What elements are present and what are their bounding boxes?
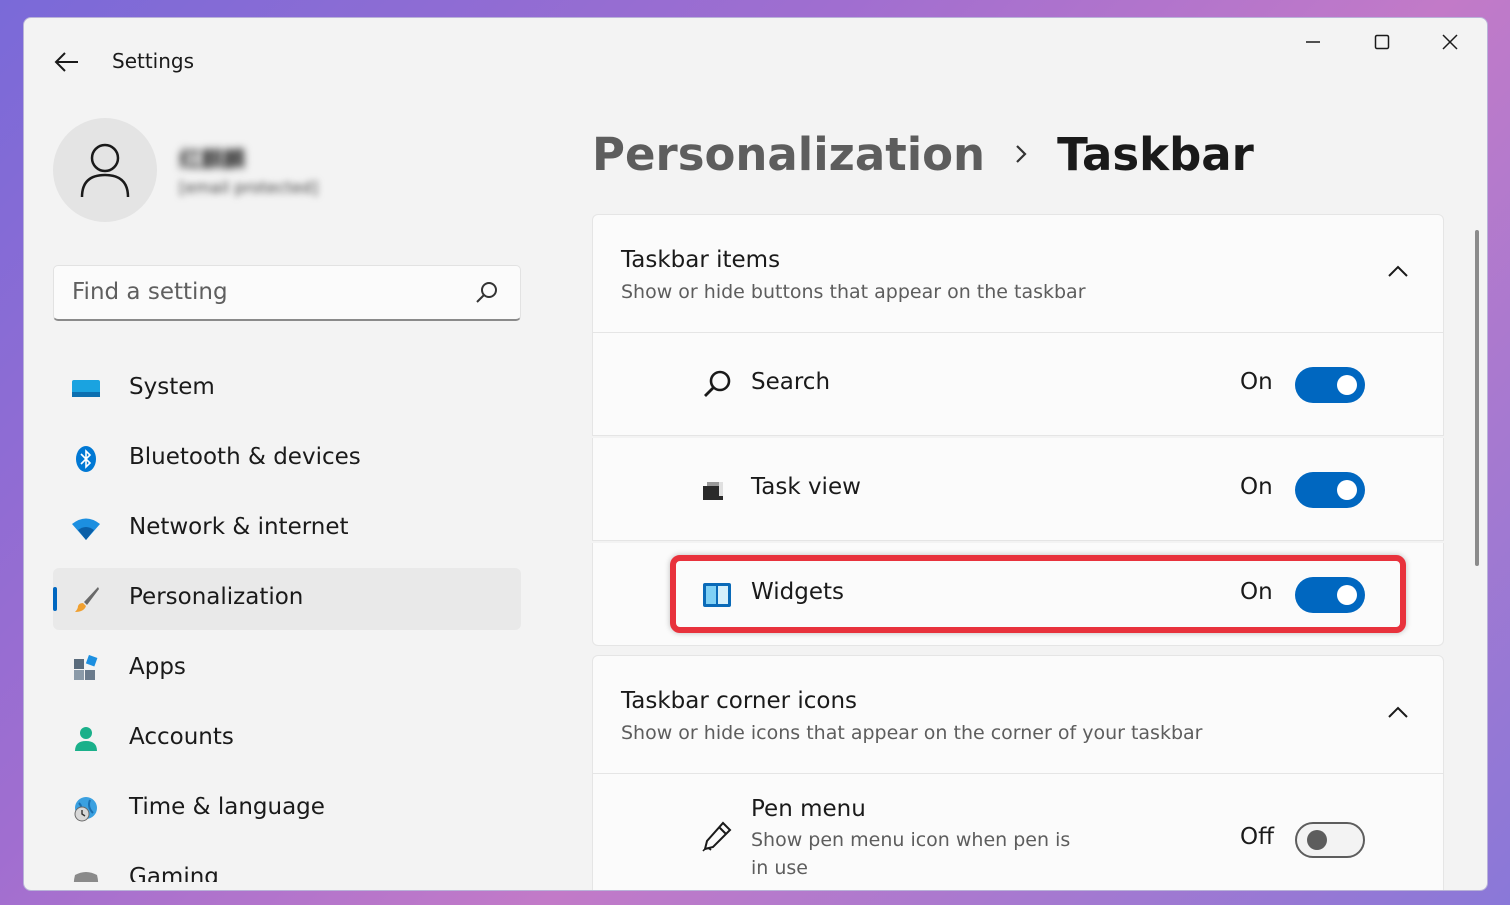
taskbar-item-task-view-row: Task view On [592,438,1444,541]
title-bar: Settings [24,18,1487,106]
person-icon [80,143,130,198]
taskbar-items-header[interactable]: Taskbar items Show or hide buttons that … [592,214,1444,333]
maximize-button[interactable] [1359,28,1405,56]
search-icon [704,370,731,397]
settings-window: Settings 红麒麟 [email protected] Find a se… [23,17,1488,891]
task-view-icon [703,482,723,500]
back-button[interactable] [52,48,82,76]
sidebar-item-label: System [129,374,215,400]
user-name: 红麒麟 [179,148,246,173]
search-input[interactable] [54,266,464,318]
section-title: Taskbar items [621,247,781,273]
wifi-icon [72,518,100,540]
corner-icons-header[interactable]: Taskbar corner icons Show or hide icons … [592,655,1444,774]
sidebar-item-label: Apps [129,654,186,680]
toggle-knob [1337,375,1357,395]
paintbrush-icon [75,587,99,612]
search-icon [476,282,497,303]
breadcrumb-separator [985,142,1057,166]
sidebar-item-time-language[interactable]: Time & language [53,778,521,840]
task-view-toggle[interactable] [1295,472,1365,508]
close-button[interactable] [1427,28,1473,56]
search-button[interactable] [474,280,500,306]
taskbar-item-search-row: Search On [592,333,1444,436]
sidebar-item-accounts[interactable]: Accounts [53,708,521,770]
corner-icon-pen-menu-row: Pen menu Show pen menu icon when pen is … [592,774,1444,890]
scrollbar[interactable] [1475,230,1479,566]
sidebar-item-label: Time & language [129,794,325,820]
sidebar-nav: System Bluetooth & devices Network & int… [53,358,521,890]
widgets-highlight-box [670,555,1406,633]
avatar[interactable] [53,118,157,222]
toggle-state-label: On [1240,474,1273,500]
sidebar-item-label: Gaming [129,864,219,882]
gaming-icon [73,872,99,882]
sidebar-item-personalization[interactable]: Personalization [53,568,521,630]
sidebar-item-network[interactable]: Network & internet [53,498,521,560]
bluetooth-icon [76,446,96,472]
accounts-icon [75,727,97,751]
user-email: [email protected] [179,178,319,197]
app-title: Settings [112,49,195,73]
maximize-icon [1374,34,1390,50]
chevron-up-icon[interactable] [1385,259,1411,285]
toggle-knob [1307,830,1327,850]
row-label: Pen menu [751,796,866,822]
apps-icon [74,655,98,680]
row-description: Show pen menu icon when pen is in use [751,829,1071,879]
sidebar-item-gaming[interactable]: Gaming [53,848,521,882]
row-label: Search [751,369,831,395]
sidebar-item-label: Personalization [129,584,304,610]
pen-icon [702,821,732,852]
back-arrow-icon [54,52,78,72]
search-box [53,265,521,321]
minimize-button[interactable] [1290,28,1336,56]
row-label: Task view [751,474,861,500]
sidebar-item-bluetooth[interactable]: Bluetooth & devices [53,428,521,490]
sidebar-item-label: Network & internet [129,514,349,540]
sidebar-item-system[interactable]: System [53,358,521,420]
breadcrumb: Personalization Taskbar [592,122,1254,186]
sidebar-item-label: Bluetooth & devices [129,444,361,470]
globe-clock-icon [74,797,97,822]
chevron-right-icon [1016,145,1027,163]
minimize-icon [1306,41,1320,43]
sidebar-item-apps[interactable]: Apps [53,638,521,700]
section-title: Taskbar corner icons [621,688,858,714]
page-title: Taskbar [1057,127,1254,181]
section-subtitle: Show or hide buttons that appear on the … [621,281,1086,303]
toggle-state-label: Off [1240,824,1274,850]
search-toggle[interactable] [1295,367,1365,403]
pen-menu-toggle[interactable] [1295,822,1365,858]
chevron-up-icon[interactable] [1385,700,1411,726]
system-icon [72,380,100,397]
sidebar-item-label: Accounts [129,724,234,750]
toggle-state-label: On [1240,369,1273,395]
breadcrumb-parent[interactable]: Personalization [592,128,985,181]
close-icon [1442,34,1458,50]
section-subtitle: Show or hide icons that appear on the co… [621,722,1203,744]
toggle-knob [1337,480,1357,500]
